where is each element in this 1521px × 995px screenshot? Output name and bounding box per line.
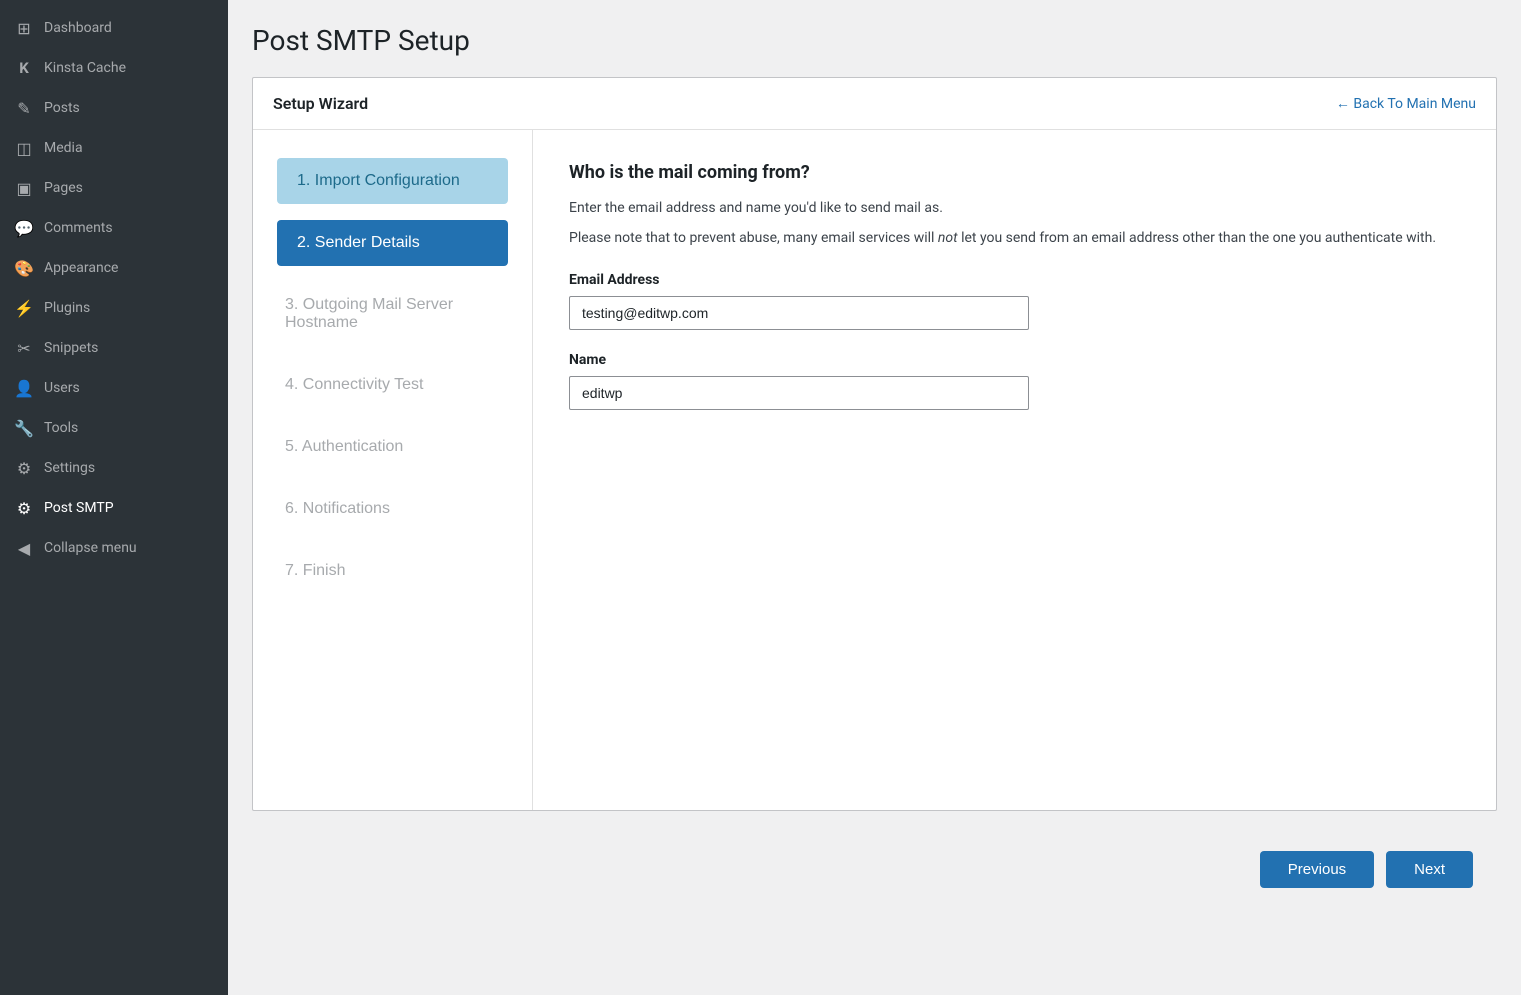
- sidebar-label-post-smtp: Post SMTP: [44, 500, 114, 516]
- sidebar-label-media: Media: [44, 140, 83, 156]
- sidebar-label-appearance: Appearance: [44, 260, 118, 276]
- sidebar-label-pages: Pages: [44, 180, 83, 196]
- step-5-label: 5. Authentication: [285, 438, 403, 455]
- email-input[interactable]: [569, 296, 1029, 330]
- sidebar-item-settings[interactable]: ⚙ Settings: [0, 448, 228, 488]
- form-description-1: Enter the email address and name you'd l…: [569, 197, 1460, 219]
- step-2-label: 2. Sender Details: [297, 234, 420, 251]
- step-1-label: 1. Import Configuration: [297, 172, 460, 189]
- sidebar-label-settings: Settings: [44, 460, 95, 476]
- sidebar-item-posts[interactable]: ✎ Posts: [0, 88, 228, 128]
- step-sender-details[interactable]: 2. Sender Details: [277, 220, 508, 266]
- sidebar-item-snippets[interactable]: ✂ Snippets: [0, 328, 228, 368]
- appearance-icon: 🎨: [14, 258, 34, 278]
- step-4-label: 4. Connectivity Test: [285, 376, 423, 393]
- sidebar-item-kinsta-cache[interactable]: K Kinsta Cache: [0, 48, 228, 88]
- sidebar-item-plugins[interactable]: ⚡ Plugins: [0, 288, 228, 328]
- sidebar-item-collapse-menu[interactable]: ◀ Collapse menu: [0, 528, 228, 568]
- kinsta-icon: K: [14, 58, 34, 78]
- sidebar-label-snippets: Snippets: [44, 340, 98, 356]
- step-import-config[interactable]: 1. Import Configuration: [277, 158, 508, 204]
- snippets-icon: ✂: [14, 338, 34, 358]
- card-body: 1. Import Configuration 2. Sender Detail…: [253, 130, 1496, 810]
- sidebar-label-posts: Posts: [44, 100, 80, 116]
- step-5-button[interactable]: 5. Authentication: [277, 424, 508, 470]
- step-finish[interactable]: 7. Finish: [277, 548, 508, 594]
- pages-icon: ▣: [14, 178, 34, 198]
- sidebar-item-dashboard[interactable]: ⊞ Dashboard: [0, 8, 228, 48]
- sidebar-label-kinsta-cache: Kinsta Cache: [44, 60, 126, 76]
- step-6-button[interactable]: 6. Notifications: [277, 486, 508, 532]
- bottom-nav: Previous Next: [252, 831, 1497, 908]
- step-1-button[interactable]: 1. Import Configuration: [277, 158, 508, 204]
- back-to-main-menu-link[interactable]: ← Back To Main Menu: [1336, 95, 1476, 112]
- name-label: Name: [569, 352, 1460, 368]
- step-7-label: 7. Finish: [285, 562, 345, 579]
- step-4-button[interactable]: 4. Connectivity Test: [277, 362, 508, 408]
- step-3-label: 3. Outgoing Mail Server Hostname: [285, 296, 453, 331]
- step-authentication[interactable]: 5. Authentication: [277, 424, 508, 470]
- sidebar-label-collapse-menu: Collapse menu: [44, 540, 137, 556]
- step-notifications[interactable]: 6. Notifications: [277, 486, 508, 532]
- main-content: Post SMTP Setup Setup Wizard ← Back To M…: [228, 0, 1521, 995]
- next-button[interactable]: Next: [1386, 851, 1473, 888]
- form-desc2-suffix: let you send from an email address other…: [958, 230, 1436, 246]
- step-7-button[interactable]: 7. Finish: [277, 548, 508, 594]
- setup-wizard-card: Setup Wizard ← Back To Main Menu 1. Impo…: [252, 77, 1497, 811]
- step-connectivity-test[interactable]: 4. Connectivity Test: [277, 362, 508, 408]
- users-icon: 👤: [14, 378, 34, 398]
- sidebar-item-users[interactable]: 👤 Users: [0, 368, 228, 408]
- card-header: Setup Wizard ← Back To Main Menu: [253, 78, 1496, 130]
- collapse-icon: ◀: [14, 538, 34, 558]
- tools-icon: 🔧: [14, 418, 34, 438]
- form-panel: Who is the mail coming from? Enter the e…: [533, 130, 1496, 810]
- steps-panel: 1. Import Configuration 2. Sender Detail…: [253, 130, 533, 810]
- email-label: Email Address: [569, 272, 1460, 288]
- step-3-button[interactable]: 3. Outgoing Mail Server Hostname: [277, 282, 508, 346]
- post-smtp-icon: ⚙: [14, 498, 34, 518]
- sidebar-label-users: Users: [44, 380, 80, 396]
- sidebar-label-tools: Tools: [44, 420, 78, 436]
- name-input[interactable]: [569, 376, 1029, 410]
- page-title: Post SMTP Setup: [252, 24, 1497, 57]
- plugins-icon: ⚡: [14, 298, 34, 318]
- setup-wizard-title: Setup Wizard: [273, 94, 368, 113]
- step-2-button[interactable]: 2. Sender Details: [277, 220, 508, 266]
- sidebar-label-dashboard: Dashboard: [44, 20, 112, 36]
- sidebar: ⊞ Dashboard K Kinsta Cache ✎ Posts ◫ Med…: [0, 0, 228, 995]
- sidebar-item-comments[interactable]: 💬 Comments: [0, 208, 228, 248]
- step-6-label: 6. Notifications: [285, 500, 390, 517]
- form-heading: Who is the mail coming from?: [569, 162, 1460, 183]
- dashboard-icon: ⊞: [14, 18, 34, 38]
- settings-icon: ⚙: [14, 458, 34, 478]
- sidebar-label-plugins: Plugins: [44, 300, 90, 316]
- posts-icon: ✎: [14, 98, 34, 118]
- sidebar-item-tools[interactable]: 🔧 Tools: [0, 408, 228, 448]
- step-outgoing-mail[interactable]: 3. Outgoing Mail Server Hostname: [277, 282, 508, 346]
- comments-icon: 💬: [14, 218, 34, 238]
- media-icon: ◫: [14, 138, 34, 158]
- sidebar-item-media[interactable]: ◫ Media: [0, 128, 228, 168]
- previous-button[interactable]: Previous: [1260, 851, 1374, 888]
- form-desc2-prefix: Please note that to prevent abuse, many …: [569, 230, 938, 246]
- sidebar-item-pages[interactable]: ▣ Pages: [0, 168, 228, 208]
- form-desc2-italic: not: [938, 230, 958, 246]
- sidebar-item-appearance[interactable]: 🎨 Appearance: [0, 248, 228, 288]
- sidebar-item-post-smtp[interactable]: ⚙ Post SMTP: [0, 488, 228, 528]
- form-description-2: Please note that to prevent abuse, many …: [569, 227, 1460, 249]
- sidebar-label-comments: Comments: [44, 220, 113, 236]
